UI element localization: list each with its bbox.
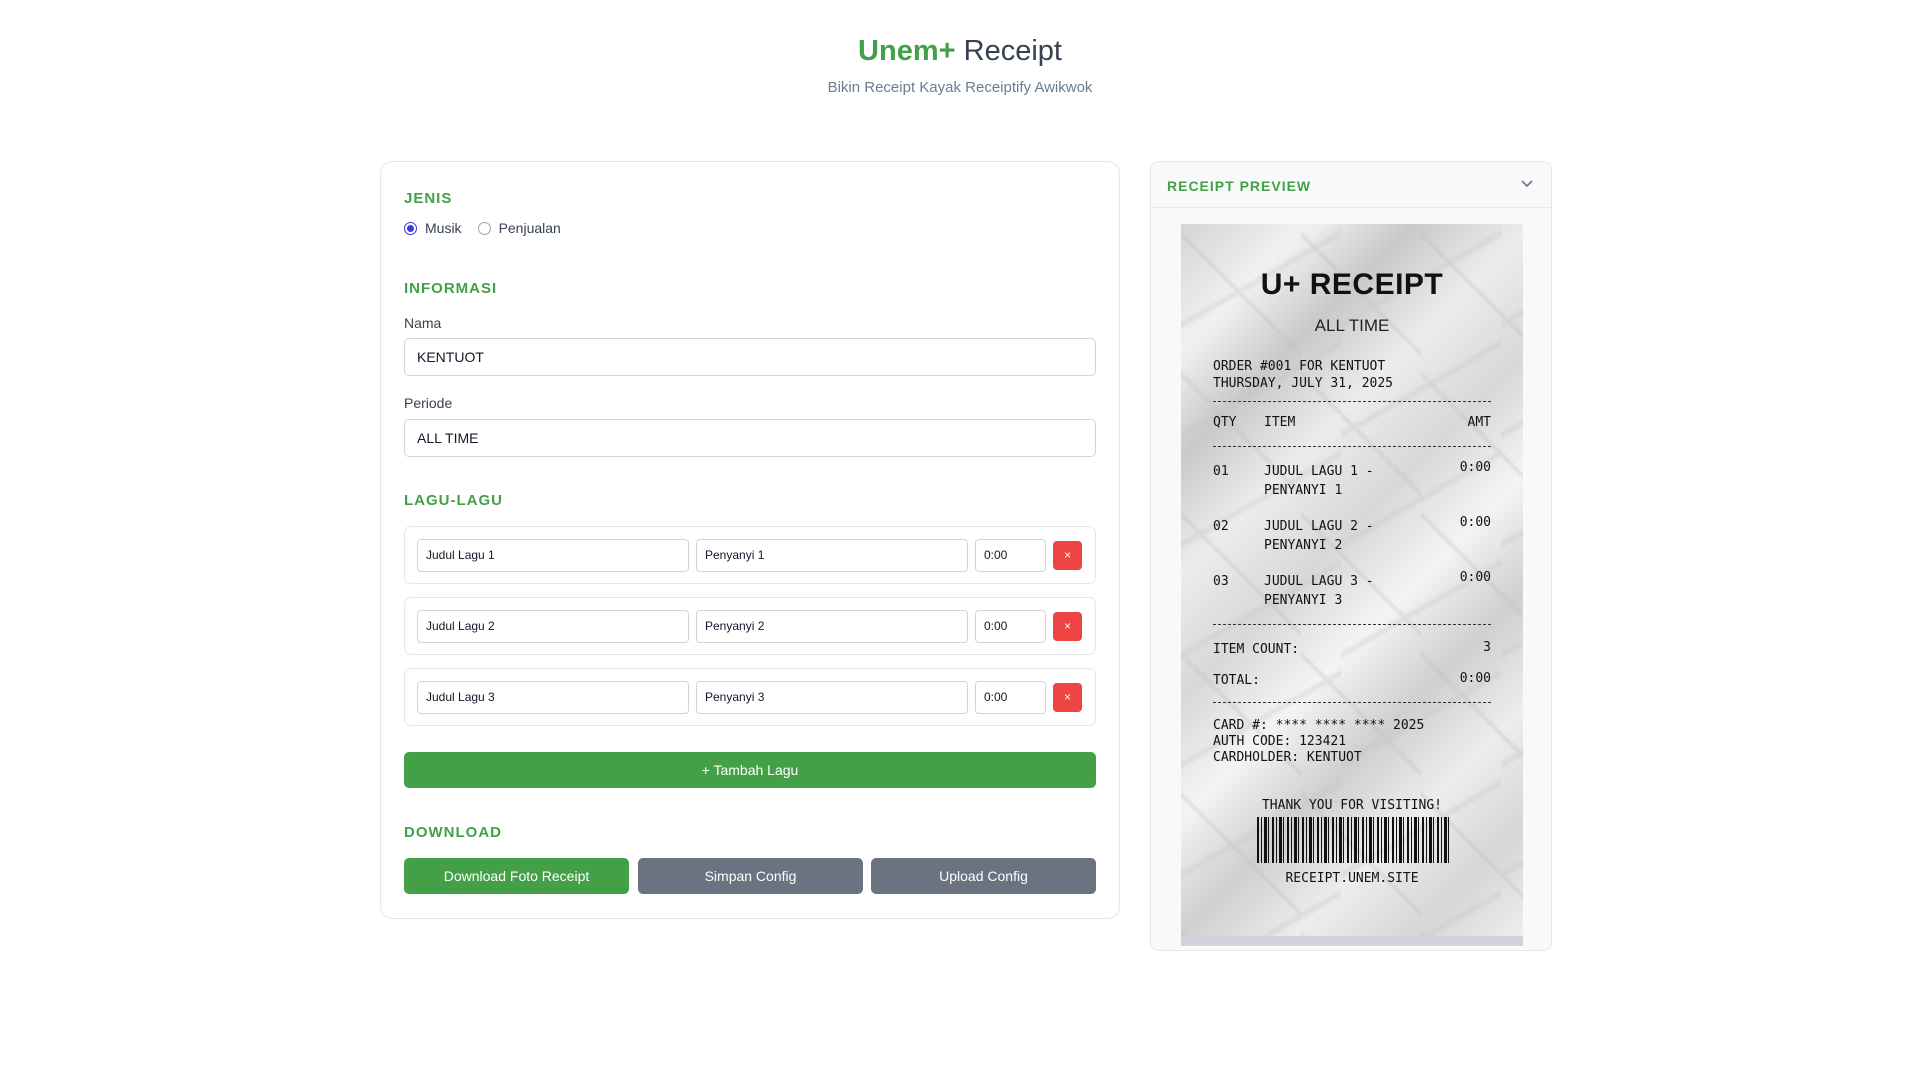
receipt-period: ALL TIME	[1314, 316, 1390, 335]
receipt-divider	[1213, 401, 1491, 402]
receipt-divider	[1213, 624, 1491, 625]
song-row: Judul Lagu 1 Penyanyi 1 0:00 ×	[404, 526, 1096, 584]
radio-penjualan-label[interactable]: Penjualan	[499, 220, 561, 236]
page-title: Unem+ Receipt	[0, 34, 1920, 68]
song-row: Judul Lagu 2 Penyanyi 2 0:00 ×	[404, 597, 1096, 655]
song-artist-input[interactable]: Penyanyi 2	[696, 610, 968, 643]
nama-input[interactable]: KENTUOT	[404, 338, 1096, 376]
receipt-item-amt: 0:00	[1459, 570, 1491, 585]
receipt-item-qty: 02	[1213, 519, 1229, 534]
receipt-item-line: JUDUL LAGU 2 -	[1264, 519, 1374, 534]
delete-song-button[interactable]: ×	[1053, 541, 1082, 570]
receipt-item-qty: 03	[1213, 574, 1229, 589]
jenis-radio-group: Musik Penjualan	[404, 220, 577, 236]
receipt-total-label: TOTAL:	[1213, 673, 1260, 688]
song-title-input[interactable]: Judul Lagu 1	[417, 539, 689, 572]
chevron-down-icon[interactable]	[1521, 180, 1533, 188]
receipt-item-line: JUDUL LAGU 3 -	[1264, 574, 1374, 589]
receipt-item-line: PENYANYI 1	[1264, 483, 1343, 498]
title-text: Receipt	[963, 35, 1062, 67]
section-heading-jenis: JENIS	[404, 190, 453, 207]
preview-header[interactable]: RECEIPT PREVIEW	[1151, 162, 1551, 208]
receipt-thanks: THANK YOU FOR VISITING!	[1261, 798, 1442, 813]
receipt-item-line: PENYANYI 2	[1264, 538, 1343, 553]
receipt-item-qty: 01	[1213, 464, 1229, 479]
receipt-card-line: CARD #: **** **** **** 2025	[1213, 718, 1425, 733]
upload-config-button[interactable]: Upload Config	[871, 858, 1096, 894]
radio-musik-label[interactable]: Musik	[425, 220, 462, 236]
add-song-button[interactable]: + Tambah Lagu	[404, 752, 1096, 788]
periode-input[interactable]: ALL TIME	[404, 419, 1096, 457]
barcode-graphic	[1257, 817, 1449, 863]
song-title-input[interactable]: Judul Lagu 3	[417, 681, 689, 714]
section-heading-lagu: LAGU-LAGU	[404, 492, 503, 509]
save-config-button[interactable]: Simpan Config	[638, 858, 863, 894]
receipt-image: U+ RECEIPT ALL TIME ORDER #001 FOR KENTU…	[1181, 224, 1523, 942]
delete-song-button[interactable]: ×	[1053, 683, 1082, 712]
receipt-total-value: 0:00	[1459, 671, 1491, 686]
radio-musik[interactable]	[404, 221, 417, 235]
receipt-date-line: THURSDAY, JULY 31, 2025	[1213, 376, 1394, 391]
receipt-item-line: JUDUL LAGU 1 -	[1264, 464, 1374, 479]
receipt-col-qty: QTY	[1213, 415, 1237, 430]
receipt-item-count-label: ITEM COUNT:	[1213, 642, 1300, 657]
page-subtitle: Bikin Receipt Kayak Receiptify Awikwok	[827, 79, 1093, 96]
receipt-auth-line: AUTH CODE: 123421	[1213, 734, 1347, 749]
receipt-title: U+ RECEIPT	[1260, 268, 1444, 301]
nama-label: Nama	[404, 315, 442, 331]
receipt-col-amt: AMT	[1467, 415, 1491, 430]
receipt-site: RECEIPT.UNEM.SITE	[1285, 871, 1419, 886]
receipt-holder-line: CARDHOLDER: KENTUOT	[1213, 750, 1362, 765]
preview-title: RECEIPT PREVIEW	[1167, 178, 1312, 194]
receipt-col-item: ITEM	[1264, 415, 1296, 430]
form-card: JENIS Musik Penjualan INFORMASI Nama KEN…	[380, 161, 1120, 919]
receipt-divider	[1213, 702, 1491, 703]
song-title-input[interactable]: Judul Lagu 2	[417, 610, 689, 643]
preview-scrollbar[interactable]	[1181, 936, 1523, 946]
song-artist-input[interactable]: Penyanyi 3	[696, 681, 968, 714]
song-duration-input[interactable]: 0:00	[975, 539, 1046, 572]
song-artist-input[interactable]: Penyanyi 1	[696, 539, 968, 572]
receipt-item-amt: 0:00	[1459, 515, 1491, 530]
section-heading-informasi: INFORMASI	[404, 280, 498, 297]
radio-penjualan[interactable]	[477, 221, 491, 235]
receipt-item-line: PENYANYI 3	[1264, 593, 1343, 608]
receipt-preview-card: RECEIPT PREVIEW U+ RECEIPT ALL TIME ORDE…	[1150, 161, 1552, 951]
receipt-divider	[1213, 446, 1491, 447]
song-duration-input[interactable]: 0:00	[975, 681, 1046, 714]
receipt-item-amt: 0:00	[1459, 460, 1491, 475]
periode-label: Periode	[404, 395, 453, 411]
delete-song-button[interactable]: ×	[1053, 612, 1082, 641]
download-receipt-button[interactable]: Download Foto Receipt	[404, 858, 629, 894]
receipt-order-line: ORDER #001 FOR KENTUOT	[1213, 359, 1386, 374]
song-duration-input[interactable]: 0:00	[975, 610, 1046, 643]
receipt-item-count-value: 3	[1483, 640, 1491, 655]
song-row: Judul Lagu 3 Penyanyi 3 0:00 ×	[404, 668, 1096, 726]
brand-name: Unem+	[858, 35, 956, 67]
section-heading-download: DOWNLOAD	[404, 824, 502, 841]
